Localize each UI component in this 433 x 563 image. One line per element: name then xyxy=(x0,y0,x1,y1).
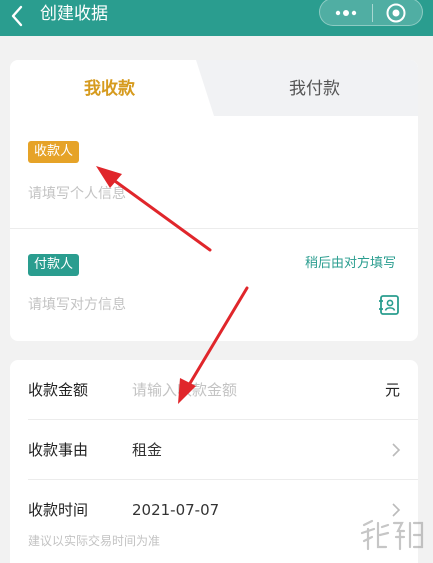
payer-tag: 付款人 xyxy=(28,254,80,276)
chevron-left-icon[interactable] xyxy=(6,4,30,28)
amount-row[interactable]: 收款金额 请输入收款金额 元 xyxy=(10,360,418,420)
mini-program-capsule xyxy=(319,0,423,26)
reason-label: 收款事由 xyxy=(28,441,89,459)
amount-input[interactable]: 请输入收款金额 xyxy=(132,380,237,400)
tab-bar: 我收款 我付款 xyxy=(10,60,418,116)
target-close-icon[interactable] xyxy=(385,2,407,24)
time-value: 2021-07-07 xyxy=(132,501,220,519)
party-card: 我收款 我付款 收款人 请填写个人信息 付款人 稍后由对方填写 请填写对方信息 xyxy=(10,60,418,341)
chevron-right-icon xyxy=(392,443,401,457)
fill-later-link[interactable]: 稍后由对方填写 xyxy=(305,255,396,273)
tab-pay[interactable]: 我付款 xyxy=(289,78,340,100)
time-label: 收款时间 xyxy=(28,501,89,519)
more-dots-icon[interactable] xyxy=(332,5,360,21)
amount-label: 收款金额 xyxy=(28,381,89,399)
page-title: 创建收据 xyxy=(40,4,108,24)
time-row[interactable]: 收款时间 2021-07-07 xyxy=(10,480,418,540)
contact-book-icon[interactable] xyxy=(378,294,400,316)
tab-receive[interactable]: 我收款 xyxy=(84,78,135,100)
receipt-details-card: 收款金额 请输入收款金额 元 收款事由 租金 收款时间 2021-07-07 建… xyxy=(10,360,418,563)
reason-row[interactable]: 收款事由 租金 xyxy=(10,420,418,480)
payer-input[interactable]: 请填写对方信息 xyxy=(28,295,126,315)
watermark-logo xyxy=(360,519,424,551)
capsule-separator xyxy=(372,4,373,22)
top-bar: 创建收据 xyxy=(0,0,433,36)
divider xyxy=(10,228,418,229)
amount-unit: 元 xyxy=(384,381,400,399)
payee-tag: 收款人 xyxy=(28,141,80,163)
payee-input[interactable]: 请填写个人信息 xyxy=(28,184,126,204)
time-hint: 建议以实际交易时间为准 xyxy=(28,534,161,548)
reason-value: 租金 xyxy=(132,441,163,459)
